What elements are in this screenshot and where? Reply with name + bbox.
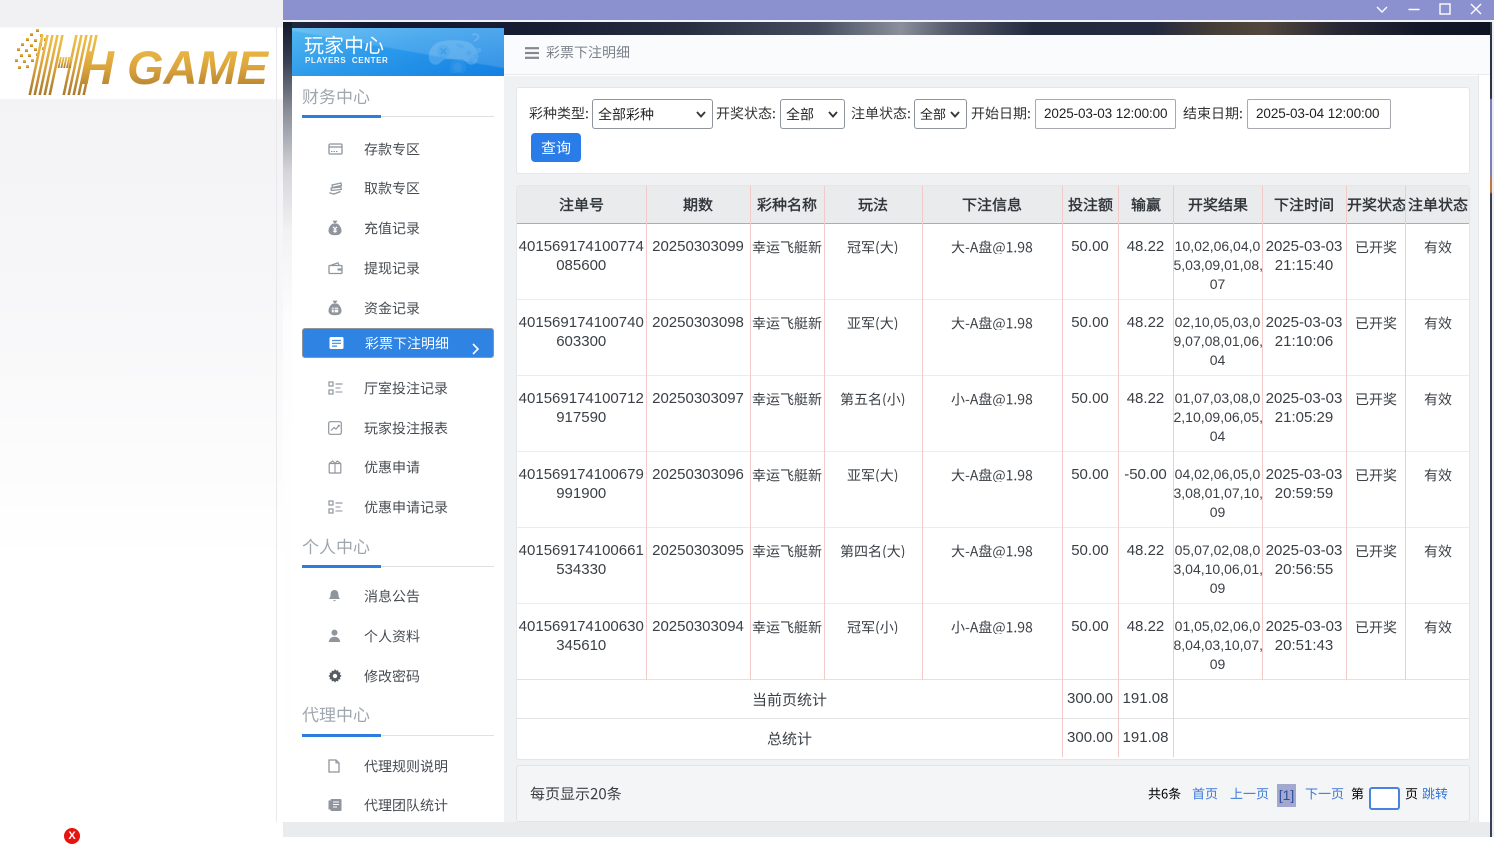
svg-text:H GAME: H GAME [80, 41, 270, 94]
